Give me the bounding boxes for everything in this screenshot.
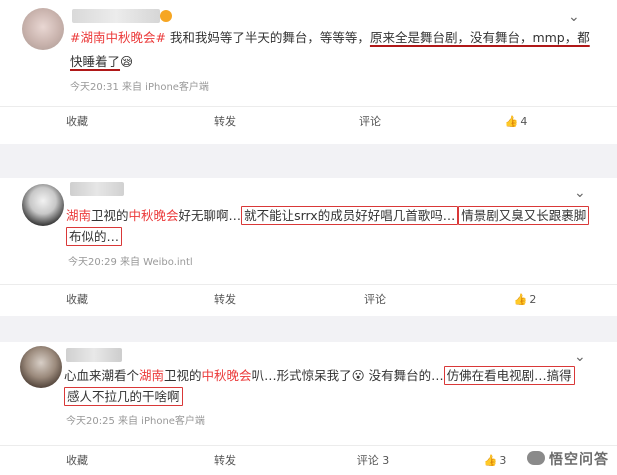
highlighted-text: 仿佛在看电视剧…搞得 (443, 366, 575, 385)
hashtag-link[interactable]: #湖南中秋晚会# (70, 30, 166, 45)
favorite-label: 收藏 (66, 454, 88, 467)
thumbs-up-icon: 👍 (504, 115, 519, 128)
weibo-post-2: ⌄ 湖南卫视的中秋晚会好无聊啊… 就不能让srrx的成员好好唱几首歌吗… 情景剧又臭… (0, 178, 617, 316)
username-blurred[interactable] (72, 9, 160, 23)
post-text-line-1: 湖南卫视的中秋晚会好无聊啊… 就不能让srrx的成员好好唱几首歌吗… 情景剧又臭又长… (66, 206, 590, 225)
text-span: 没有舞台的… (364, 368, 444, 383)
watermark: 悟空问答 (527, 449, 609, 469)
like-button[interactable]: 👍 4 (441, 107, 591, 137)
text-span: 快睡着了 (70, 54, 121, 69)
keyword-link[interactable]: 湖南 (139, 368, 164, 383)
weibo-post-1: ⌄ #湖南中秋晚会# 我和我妈等了半天的舞台，等等等，原来全是舞台剧，没有舞台，… (0, 0, 617, 144)
repost-label: 转发 (214, 293, 236, 306)
favorite-button[interactable]: 收藏 (2, 107, 152, 137)
comment-label: 评论 3 (356, 454, 390, 467)
post-separator (0, 144, 617, 178)
comment-button[interactable]: 评论 (295, 107, 445, 137)
repost-label: 转发 (214, 115, 236, 128)
action-bar: 收藏 转发 评论 👍 4 (0, 106, 617, 136)
username-blurred[interactable] (66, 348, 122, 362)
highlighted-text: 就不能让srrx的成员好好唱几首歌吗… (241, 206, 459, 225)
weibo-post-3: ⌄ 心血来潮看个湖南卫视的中秋晚会叭…形式惊呆我了😮 没有舞台的… 仿佛在看电视剧… (0, 342, 617, 475)
post-text: #湖南中秋晚会# 我和我妈等了半天的舞台，等等等，原来全是舞台剧，没有舞台，mm… (70, 28, 590, 71)
avatar[interactable] (20, 346, 62, 388)
post-meta: 今天20:29 来自 Weibo.intl (68, 257, 193, 268)
text-span: 😮 (351, 368, 365, 383)
watermark-text: 悟空问答 (549, 452, 609, 468)
repost-button[interactable]: 转发 (150, 285, 300, 315)
text-span: 好无聊啊… (178, 208, 242, 223)
username-blurred[interactable] (70, 182, 124, 196)
thumbs-up-icon: 👍 (513, 293, 528, 306)
like-button[interactable]: 👍 2 (450, 285, 600, 315)
repost-label: 转发 (214, 454, 236, 467)
comment-button[interactable]: 评论 (300, 285, 450, 315)
repost-button[interactable]: 转发 (150, 446, 300, 475)
post-text-line-1: 心血来潮看个湖南卫视的中秋晚会叭…形式惊呆我了😮 没有舞台的… 仿佛在看电视剧…搞… (64, 366, 575, 385)
highlighted-text: 情景剧又臭又长跟裹脚 (458, 206, 590, 225)
favorite-label: 收藏 (66, 115, 88, 128)
post-meta: 今天20:31 来自 iPhone客户端 (70, 82, 209, 93)
comment-label: 评论 (364, 293, 386, 306)
action-bar: 收藏 转发 评论 3 👍 3 (0, 445, 617, 475)
thumbs-up-icon: 👍 (483, 454, 498, 467)
like-count: 4 (520, 115, 528, 128)
favorite-button[interactable]: 收藏 (2, 446, 152, 475)
highlighted-text: 布似的… (66, 227, 123, 246)
text-span: 原来全是舞台剧，没有舞台，mmp，都 (369, 30, 590, 45)
favorite-label: 收藏 (66, 293, 88, 306)
member-badge-icon (160, 10, 172, 22)
post-text-line-2: 布似的… (66, 227, 589, 246)
post-text: 心血来潮看个湖南卫视的中秋晚会叭…形式惊呆我了😮 没有舞台的… 仿佛在看电视剧…搞… (64, 366, 575, 406)
post-meta: 今天20:25 来自 iPhone客户端 (66, 416, 205, 427)
post-text-line-2: 感人不拉几的干啥啊 (64, 387, 575, 406)
comment-label: 评论 (359, 115, 381, 128)
text-span: 心血来潮看个 (64, 368, 140, 383)
post-text-line-1: #湖南中秋晚会# 我和我妈等了半天的舞台，等等等，原来全是舞台剧，没有舞台，mm… (70, 28, 590, 47)
like-count: 3 (499, 454, 507, 467)
avatar[interactable] (22, 8, 64, 50)
keyword-link[interactable]: 中秋晚会 (202, 368, 252, 383)
keyword-link[interactable]: 湖南 (66, 208, 91, 223)
like-count: 2 (529, 293, 537, 306)
post-text: 湖南卫视的中秋晚会好无聊啊… 就不能让srrx的成员好好唱几首歌吗… 情景剧又臭又长… (66, 206, 590, 246)
highlighted-text: 感人不拉几的干啥啊 (64, 387, 183, 406)
chevron-down-icon[interactable]: ⌄ (568, 10, 580, 24)
text-span: 我和我妈等了半天的舞台，等等等， (165, 30, 370, 45)
text-span: 😪 (120, 54, 134, 69)
avatar[interactable] (22, 184, 64, 226)
text-span: 叭…形式惊呆我了 (251, 368, 352, 383)
chevron-down-icon[interactable]: ⌄ (574, 350, 586, 364)
repost-button[interactable]: 转发 (150, 107, 300, 137)
text-span: 卫视的 (164, 368, 202, 383)
text-span: 卫视的 (91, 208, 129, 223)
wukong-logo-icon (527, 451, 545, 465)
post-text-line-2: 快睡着了😪 (70, 52, 590, 71)
favorite-button[interactable]: 收藏 (2, 285, 152, 315)
chevron-down-icon[interactable]: ⌄ (574, 186, 586, 200)
keyword-link[interactable]: 中秋晚会 (129, 208, 179, 223)
action-bar: 收藏 转发 评论 👍 2 (0, 284, 617, 314)
